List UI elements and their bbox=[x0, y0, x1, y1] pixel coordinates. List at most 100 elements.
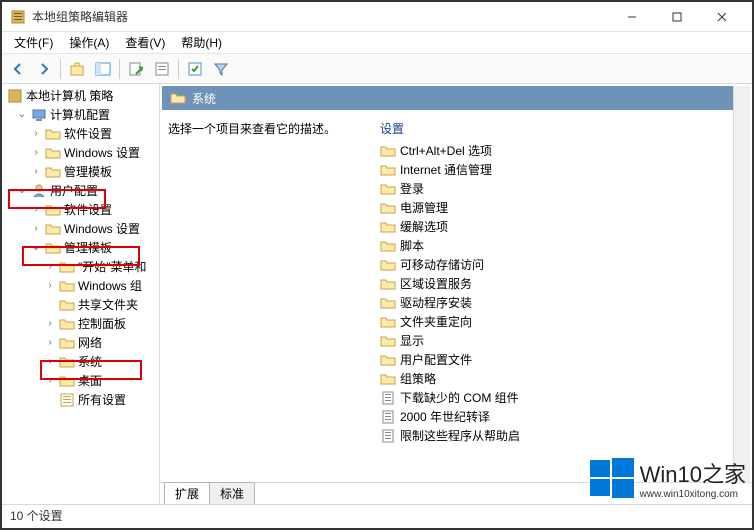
menu-help[interactable]: 帮助(H) bbox=[173, 32, 230, 53]
minimize-button[interactable] bbox=[609, 2, 654, 32]
close-button[interactable] bbox=[699, 2, 744, 32]
tree-item[interactable]: ›网络 bbox=[2, 333, 159, 352]
chevron-right-icon[interactable]: › bbox=[44, 356, 56, 368]
list-item-label: Ctrl+Alt+Del 选项 bbox=[400, 142, 492, 159]
tree-item[interactable]: ›"开始"菜单和 bbox=[2, 257, 159, 276]
statusbar: 10 个设置 bbox=[2, 504, 752, 526]
tree-label: 软件设置 bbox=[64, 201, 112, 218]
chevron-right-icon[interactable]: › bbox=[44, 318, 56, 330]
chevron-right-icon[interactable]: › bbox=[44, 375, 56, 387]
tree-root[interactable]: 本地计算机 策略 bbox=[2, 86, 159, 105]
list-item[interactable]: 文件夹重定向 bbox=[378, 312, 744, 331]
tab-standard[interactable]: 标准 bbox=[209, 482, 255, 504]
back-button[interactable] bbox=[6, 57, 30, 81]
list-item[interactable]: 登录 bbox=[378, 179, 744, 198]
menu-action[interactable]: 操作(A) bbox=[61, 32, 117, 53]
list-item[interactable]: 驱动程序安装 bbox=[378, 293, 744, 312]
tree-item[interactable]: 所有设置 bbox=[2, 390, 159, 409]
menu-view[interactable]: 查看(V) bbox=[117, 32, 173, 53]
tree-admin-templates[interactable]: ⌄管理模板 bbox=[2, 238, 159, 257]
list-item[interactable]: 区域设置服务 bbox=[378, 274, 744, 293]
list-item[interactable]: 缓解选项 bbox=[378, 217, 744, 236]
chevron-right-icon[interactable]: › bbox=[44, 280, 56, 292]
chevron-down-icon[interactable]: ⌄ bbox=[16, 185, 28, 197]
list-item[interactable]: Ctrl+Alt+Del 选项 bbox=[378, 141, 744, 160]
folder-icon bbox=[380, 143, 396, 159]
vertical-scrollbar[interactable] bbox=[733, 86, 750, 484]
tree-label: 共享文件夹 bbox=[78, 296, 138, 313]
window-title: 本地组策略编辑器 bbox=[32, 8, 609, 25]
filter-button[interactable] bbox=[209, 57, 233, 81]
folder-icon bbox=[59, 373, 75, 389]
chevron-down-icon[interactable]: ⌄ bbox=[30, 242, 42, 254]
tree-item[interactable]: › 软件设置 bbox=[2, 200, 159, 219]
tree-label: 系统 bbox=[78, 353, 102, 370]
list-item-label: 组策略 bbox=[400, 370, 436, 387]
tree-item[interactable]: › 桌面 bbox=[2, 371, 159, 390]
tree-item[interactable]: › Windows 组 bbox=[2, 276, 159, 295]
toolbar-separator bbox=[178, 59, 179, 79]
up-button[interactable] bbox=[65, 57, 89, 81]
folder-icon bbox=[380, 333, 396, 349]
folder-icon bbox=[380, 352, 396, 368]
tree-item[interactable]: › Windows 设置 bbox=[2, 219, 159, 238]
list-item[interactable]: 下载缺少的 COM 组件 bbox=[378, 388, 744, 407]
description-column: 选择一个项目来查看它的描述。 bbox=[168, 116, 378, 478]
list-item[interactable]: 可移动存储访问 bbox=[378, 255, 744, 274]
folder-icon bbox=[380, 181, 396, 197]
list-item[interactable]: 2000 年世纪转译 bbox=[378, 407, 744, 426]
list-item[interactable]: 用户配置文件 bbox=[378, 350, 744, 369]
properties-button[interactable] bbox=[183, 57, 207, 81]
watermark-suffix: 之家 bbox=[702, 462, 746, 487]
menu-file[interactable]: 文件(F) bbox=[6, 32, 61, 53]
list-item[interactable]: 组策略 bbox=[378, 369, 744, 388]
tree-item[interactable]: ›控制面板 bbox=[2, 314, 159, 333]
chevron-down-icon[interactable]: ⌄ bbox=[16, 109, 28, 121]
tree-item[interactable]: ›管理模板 bbox=[2, 162, 159, 181]
list-item[interactable]: Internet 通信管理 bbox=[378, 160, 744, 179]
chevron-icon bbox=[44, 394, 56, 406]
chevron-right-icon[interactable]: › bbox=[30, 223, 42, 235]
chevron-right-icon[interactable]: › bbox=[30, 204, 42, 216]
list-item[interactable]: 脚本 bbox=[378, 236, 744, 255]
tree-label: Windows 设置 bbox=[64, 220, 140, 237]
policy-icon bbox=[380, 428, 396, 444]
maximize-button[interactable] bbox=[654, 2, 699, 32]
folder-icon bbox=[59, 335, 75, 351]
show-hide-tree-button[interactable] bbox=[91, 57, 115, 81]
folder-icon bbox=[380, 162, 396, 178]
tab-extended[interactable]: 扩展 bbox=[164, 482, 210, 504]
tree-system[interactable]: › 系统 bbox=[2, 352, 159, 371]
chevron-right-icon[interactable]: › bbox=[30, 147, 42, 159]
list-item[interactable]: 电源管理 bbox=[378, 198, 744, 217]
tree-label: 桌面 bbox=[78, 372, 102, 389]
refresh-button[interactable] bbox=[150, 57, 174, 81]
tree-item[interactable]: ›软件设置 bbox=[2, 124, 159, 143]
list-header[interactable]: 设置 bbox=[378, 116, 744, 141]
tree-computer-config[interactable]: ⌄ 计算机配置 bbox=[2, 105, 159, 124]
tree-pane[interactable]: 本地计算机 策略 ⌄ 计算机配置 › 软件设置 › Windows 设置 ›管理模板… bbox=[2, 84, 160, 504]
forward-button[interactable] bbox=[32, 57, 56, 81]
windows-logo-icon bbox=[590, 456, 634, 500]
chevron-right-icon[interactable]: › bbox=[44, 261, 56, 273]
folder-icon bbox=[59, 278, 75, 294]
tree-label: Windows 组 bbox=[78, 277, 142, 294]
list-item-label: 文件夹重定向 bbox=[400, 313, 472, 330]
export-button[interactable] bbox=[124, 57, 148, 81]
list-item[interactable]: 限制这些程序从帮助启 bbox=[378, 426, 744, 445]
tree-item[interactable]: ›Windows 设置 bbox=[2, 143, 159, 162]
folder-icon bbox=[45, 240, 61, 256]
list-item-label: 电源管理 bbox=[400, 199, 448, 216]
chevron-right-icon[interactable]: › bbox=[44, 337, 56, 349]
list-item-label: Internet 通信管理 bbox=[400, 161, 492, 178]
policy-icon bbox=[380, 390, 396, 406]
folder-icon bbox=[380, 219, 396, 235]
computer-icon bbox=[31, 107, 47, 123]
chevron-right-icon[interactable]: › bbox=[30, 128, 42, 140]
tree-item[interactable]: 共享文件夹 bbox=[2, 295, 159, 314]
list-item[interactable]: 显示 bbox=[378, 331, 744, 350]
chevron-right-icon[interactable]: › bbox=[30, 166, 42, 178]
folder-icon bbox=[45, 202, 61, 218]
tree-user-config[interactable]: ⌄用户配置 bbox=[2, 181, 159, 200]
toolbar-separator bbox=[119, 59, 120, 79]
